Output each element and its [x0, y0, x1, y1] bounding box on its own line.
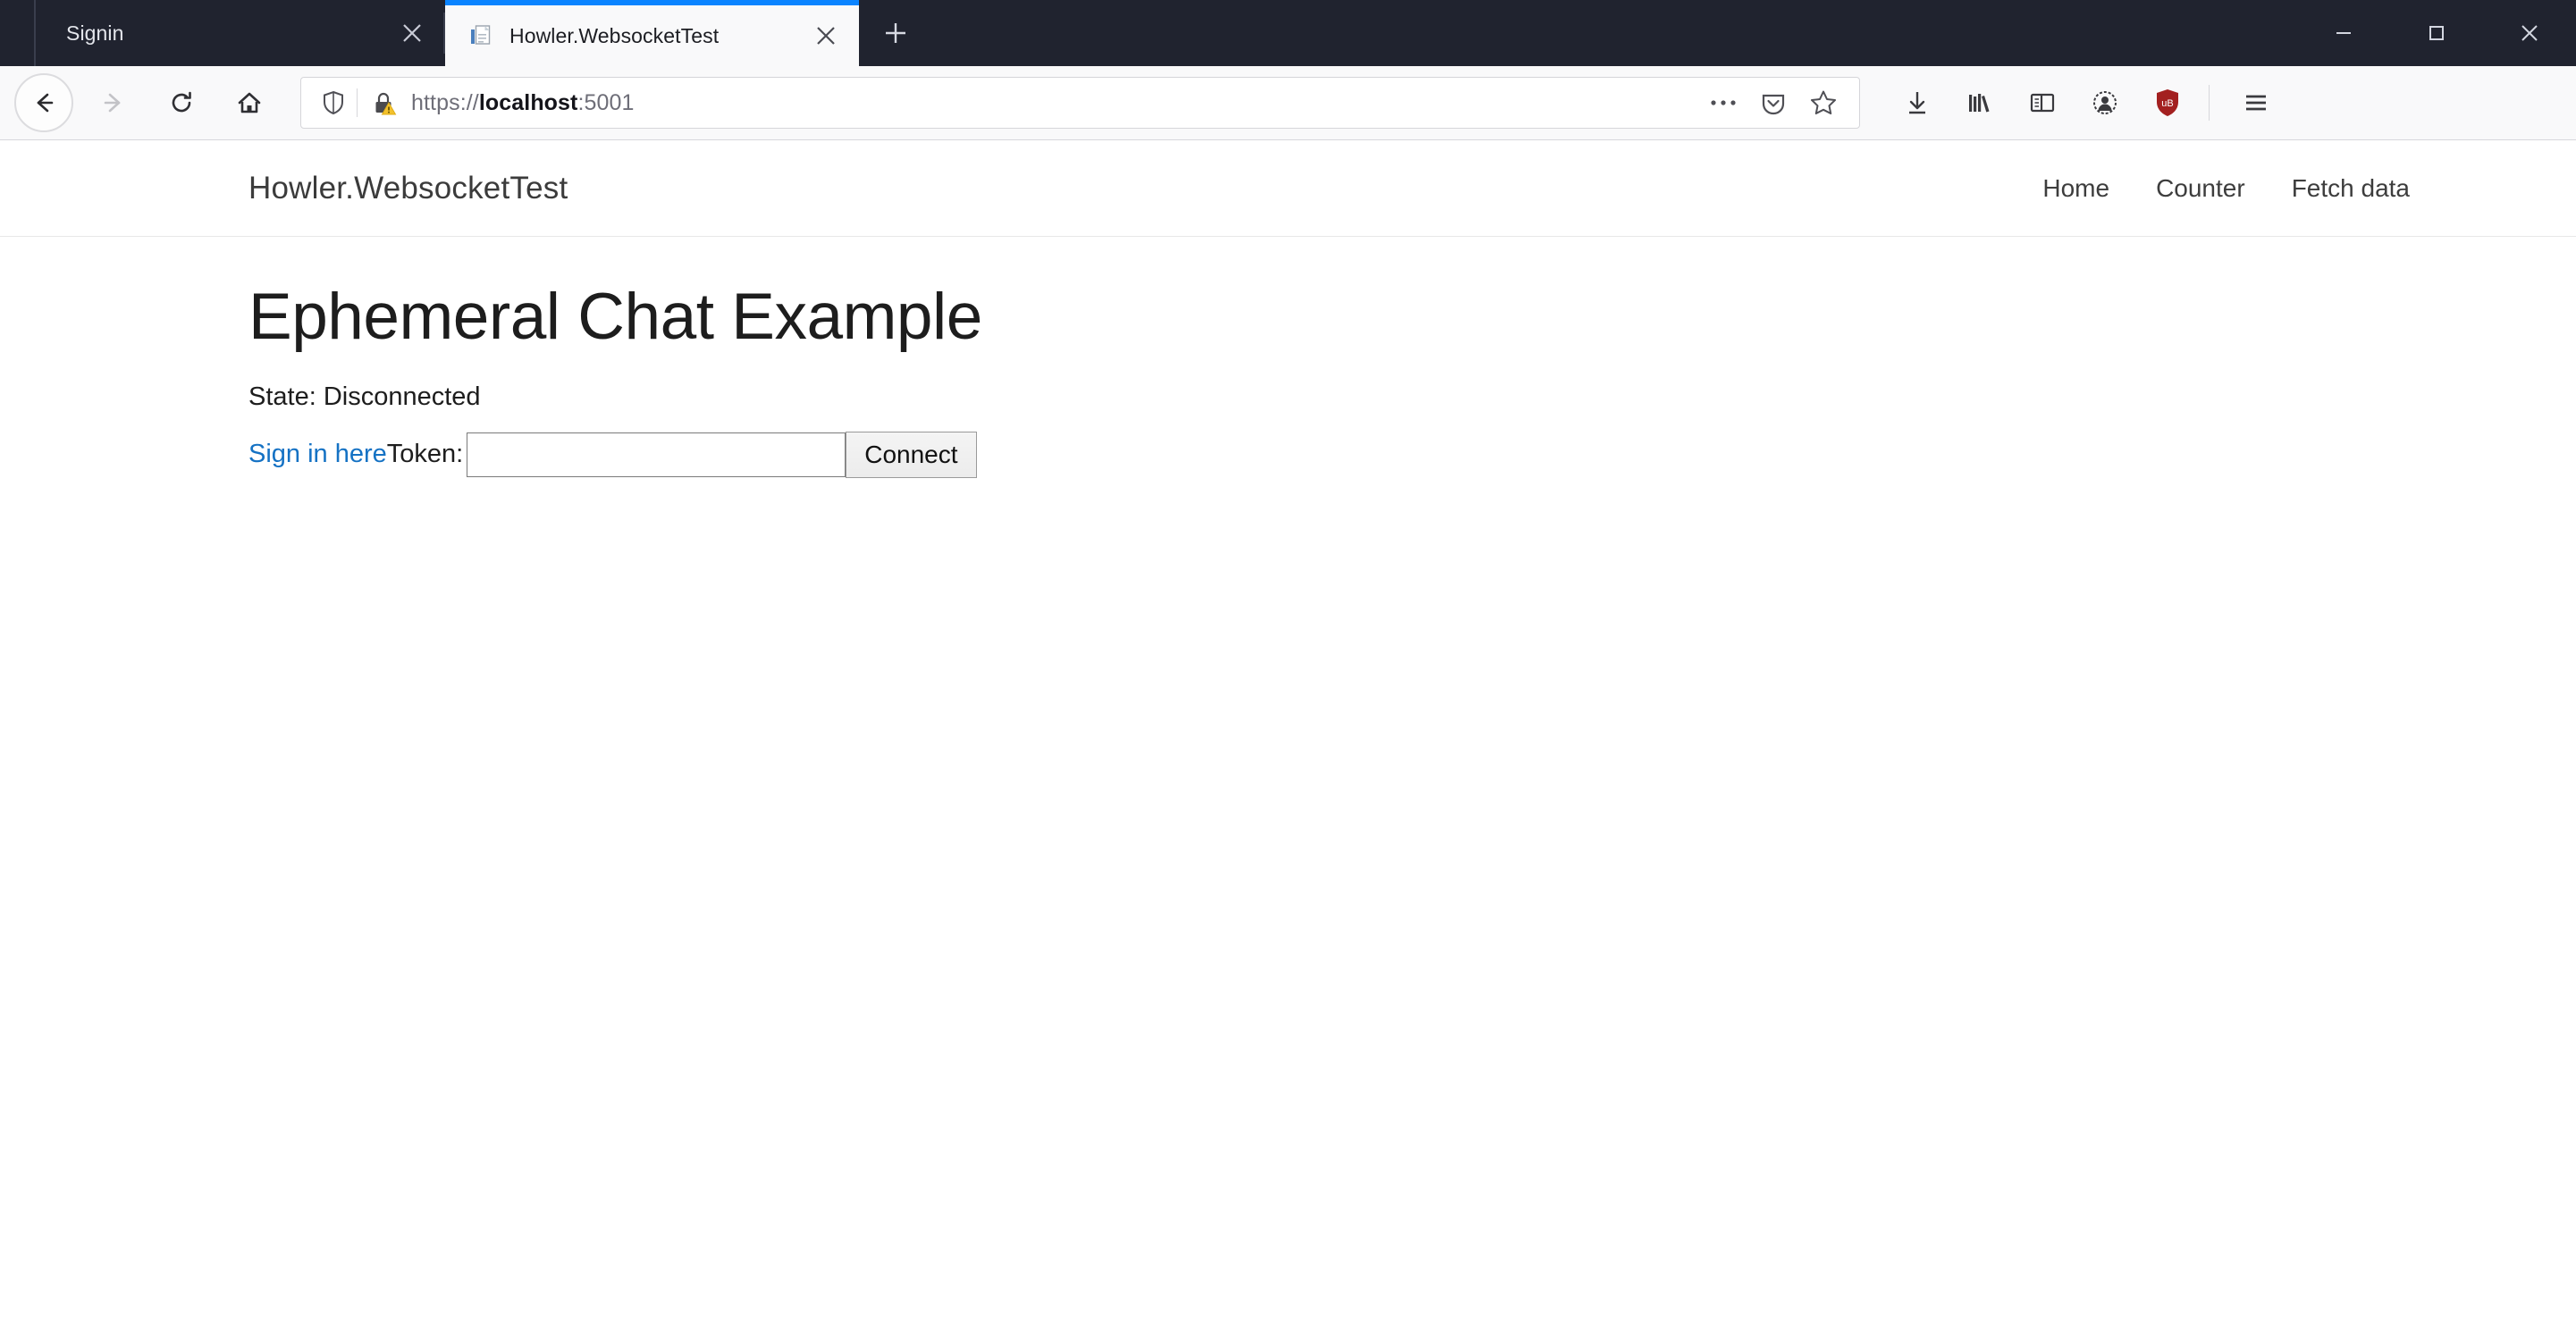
home-icon[interactable] [222, 75, 277, 130]
browser-tab-howler-websockettest[interactable]: Howler.WebsocketTest [445, 0, 859, 66]
document-chart-icon [468, 22, 495, 49]
account-icon[interactable] [2076, 75, 2134, 130]
nav-link-fetch-data[interactable]: Fetch data [2269, 174, 2433, 203]
browser-toolbar: https://localhost:5001 uB [0, 66, 2576, 140]
pocket-icon[interactable] [1748, 80, 1798, 126]
maximize-button[interactable] [2390, 0, 2483, 66]
tab-strip: Signin Howler.WebsocketTest [0, 0, 2576, 66]
connect-form-row: Sign in here Token: Connect [248, 431, 2576, 478]
site-header: Howler.WebsocketTest Home Counter Fetch … [0, 140, 2576, 237]
nav-link-counter[interactable]: Counter [2133, 174, 2269, 203]
hamburger-menu-icon[interactable] [2227, 75, 2285, 130]
url-port: :5001 [577, 89, 635, 115]
toolbar-divider [2209, 85, 2210, 121]
connection-state-text: State: Disconnected [248, 382, 481, 411]
sidebar-icon[interactable] [2014, 75, 2071, 130]
urlbar-divider [357, 88, 358, 117]
tab-close-icon[interactable] [386, 7, 438, 59]
tab-close-icon[interactable] [800, 10, 852, 62]
url-host: localhost [478, 89, 578, 115]
tracking-protection-shield-icon[interactable] [314, 89, 353, 116]
reload-icon[interactable] [154, 75, 209, 130]
minimize-button[interactable] [2297, 0, 2390, 66]
forward-arrow-icon [86, 75, 141, 130]
toolbar-right-icons: uB [1883, 75, 2299, 130]
page-title: Ephemeral Chat Example [248, 281, 982, 353]
tab-title: Howler.WebsocketTest [509, 23, 720, 47]
sign-in-here-link[interactable]: Sign in here [248, 440, 387, 469]
window-controls [2297, 0, 2576, 66]
site-brand[interactable]: Howler.WebsocketTest [248, 171, 568, 206]
star-icon[interactable] [1798, 80, 1848, 126]
tab-title: Signin [66, 21, 124, 45]
nav-link-home[interactable]: Home [2019, 174, 2133, 203]
ellipsis-icon[interactable] [1698, 80, 1748, 126]
token-input[interactable] [467, 432, 846, 477]
url-text[interactable]: https://localhost:5001 [404, 90, 1698, 116]
tab-strip-left-padding [0, 0, 34, 66]
browser-tab-signin[interactable]: Signin [34, 0, 445, 66]
browser-window: Signin Howler.WebsocketTest https://loca… [0, 0, 2576, 1335]
site-nav: Home Counter Fetch data [2019, 174, 2522, 203]
new-tab-button[interactable] [868, 5, 923, 61]
download-icon[interactable] [1889, 75, 1946, 130]
url-bar[interactable]: https://localhost:5001 [300, 77, 1860, 129]
svg-text:uB: uB [2161, 98, 2173, 109]
token-label: Token: [386, 440, 464, 469]
page-viewport: Howler.WebsocketTest Home Counter Fetch … [0, 140, 2576, 1335]
connect-button[interactable]: Connect [846, 431, 977, 478]
back-arrow-icon[interactable] [14, 73, 73, 132]
close-window-button[interactable] [2483, 0, 2576, 66]
ublock-origin-icon[interactable]: uB [2139, 75, 2196, 130]
main-content: Ephemeral Chat Example State: Disconnect… [0, 237, 2576, 478]
url-scheme: https:// [411, 89, 479, 115]
library-icon[interactable] [1951, 75, 2008, 130]
insecure-lock-warning-icon[interactable] [368, 88, 404, 117]
